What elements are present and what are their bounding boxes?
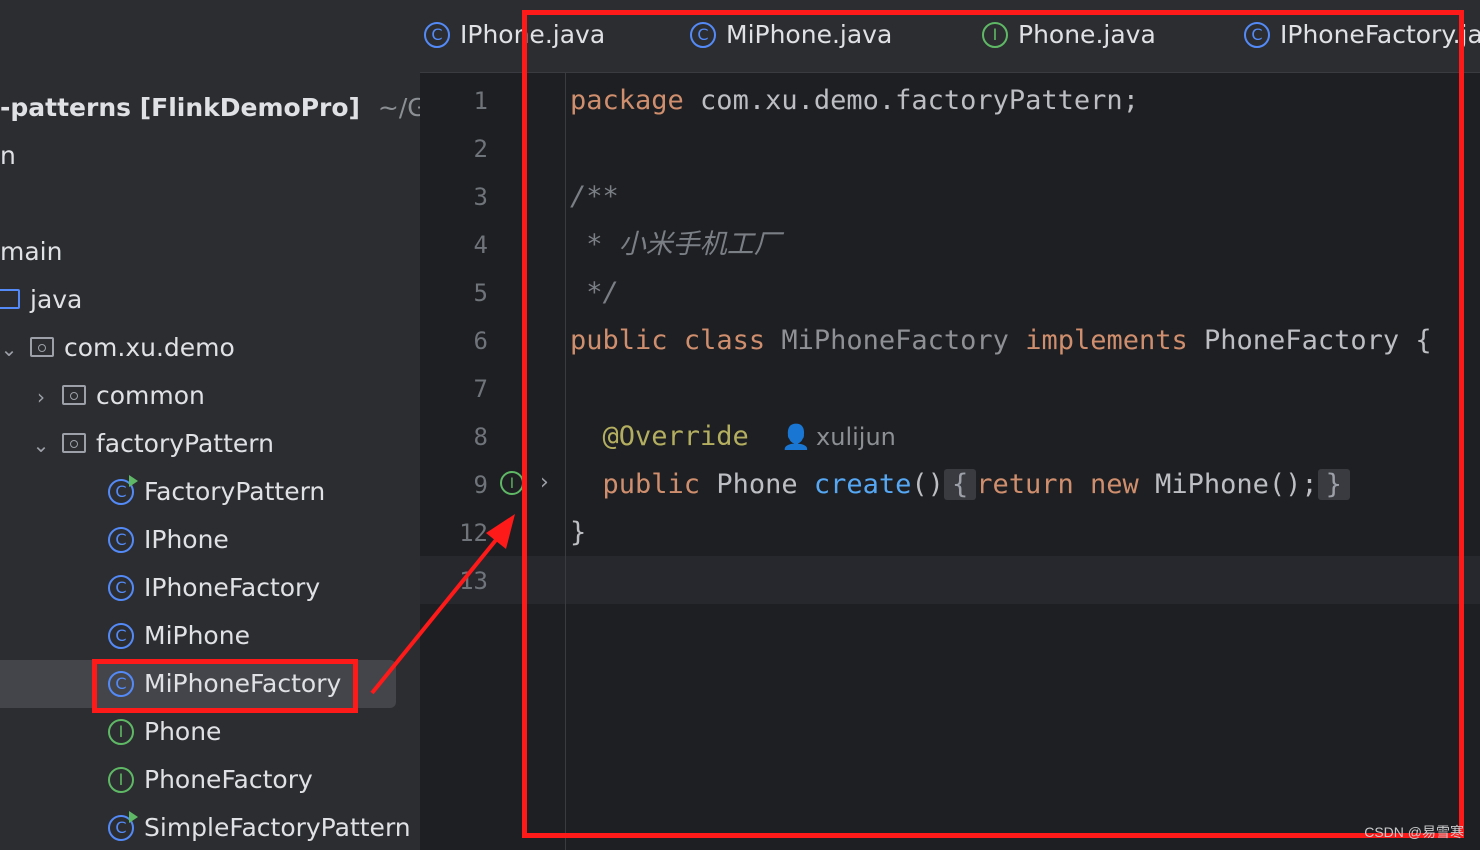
- watermark: CSDN @易雪寒: [1364, 824, 1464, 840]
- annotation-arrow: [370, 514, 515, 695]
